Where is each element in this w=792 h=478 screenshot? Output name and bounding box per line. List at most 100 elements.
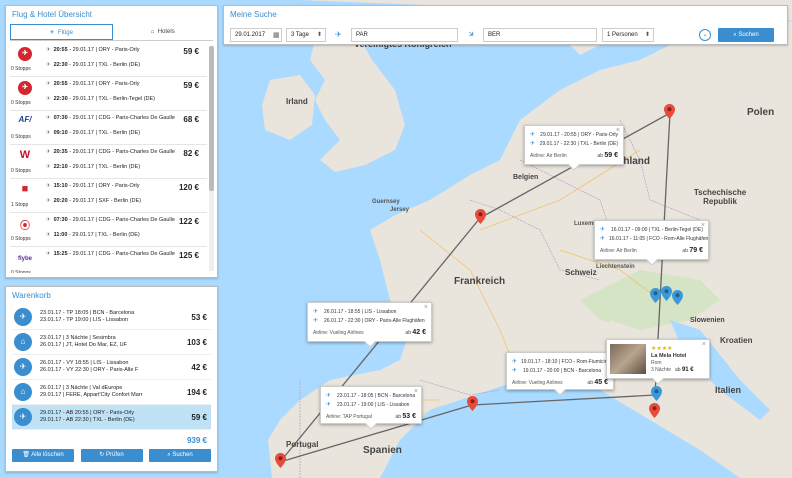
popup-berlin[interactable]: × ✈ 29.01.17 - 20:55 | ORY - Paris-Orly ✈… <box>524 125 624 171</box>
map-pin-icon <box>650 288 661 303</box>
calendar-icon[interactable]: ▦ <box>273 31 280 39</box>
popup-hotel[interactable]: × ★★★★ La Mela Hotel Rom 3 Nächte ab 91 … <box>606 339 710 385</box>
label-czech: Tschechische Republik <box>693 188 747 206</box>
cart-item-price: 53 € <box>191 312 207 322</box>
search-button-label: Suchen <box>738 32 759 38</box>
segment-route: - 29.01.17 | TXL - Berlin (DE) <box>67 232 140 238</box>
map-pin-icon <box>467 396 478 411</box>
popup-price: 45 € <box>594 379 608 386</box>
star-rating-icon: ★★★★ <box>651 346 673 352</box>
flight-row[interactable]: ✈ 0 Stopps ✈ 20:55 - 29.01.17 | ORY - Paris… <box>10 77 207 111</box>
search-button[interactable]: ⌕ Suchen <box>718 28 774 42</box>
check-button[interactable]: ↻ Prüfen <box>80 449 143 462</box>
popup-barcelona[interactable]: × ✈19.01.17 - 18:10 | FCO - Rom-Fiumicin… <box>506 352 614 396</box>
price-prefix: ab <box>587 380 593 386</box>
pin-hotel-2[interactable] <box>661 286 672 301</box>
close-icon[interactable]: × <box>702 341 706 348</box>
flight-row[interactable]: flybe 0 Stopps ✈ 15:25 - 29.01.17 | CDG - P… <box>10 247 207 273</box>
close-icon[interactable]: × <box>424 304 428 311</box>
segment-time: 22:10 <box>53 164 68 170</box>
segment-route: - 29.01.17 | CDG - Paris-Charles De Gaul… <box>67 149 175 155</box>
destination-value: BER <box>488 32 501 38</box>
cart-item-price: 59 € <box>191 412 207 422</box>
stops-count: 0 Stopps <box>11 270 31 273</box>
segment-route: - 29.01.17 | TXL - Berlin (DE) <box>67 130 141 136</box>
airplane-icon: ✈ <box>46 130 51 136</box>
price-prefix: ab <box>675 367 681 373</box>
popup-outbound: 26.01.17 - 18:55 | LIS - Lissabon <box>324 308 397 315</box>
close-icon[interactable]: × <box>701 222 705 229</box>
stops-count: 0 Stopps <box>11 100 31 106</box>
popup-price: 79 € <box>689 247 703 254</box>
cart-item-text: 26.01.17 - VY 18:55 | LIS - Lissabon 26.0… <box>40 360 177 374</box>
cart-item[interactable]: ⌂ 26.01.17 | 3 Nächte | Val dEurope 29.01.… <box>12 380 211 405</box>
segment-time: 07:30 <box>53 115 68 121</box>
pin-berlin[interactable] <box>664 104 675 119</box>
segment-route: - 29.01.17 | ORY - Paris-Orly <box>67 47 140 53</box>
cart-item-line1: 23.01.17 | 3 Nächte | Sesimbra <box>40 335 116 341</box>
pin-lisbon[interactable] <box>275 453 286 468</box>
clear-all-label: Alle löschen <box>31 452 64 458</box>
flight-price: 125 € <box>178 251 199 260</box>
cart-item[interactable]: ✈ 26.01.17 - VY 18:55 | LIS - Lissabon 26.… <box>12 355 211 380</box>
airplane-icon: ✈ <box>326 393 332 399</box>
persons-select[interactable]: 1 Personen ⬍ <box>602 28 654 42</box>
outbound-segment: ✈ 15:10 - 29.01.17 | ORY - Paris-Orly <box>46 183 186 190</box>
close-icon[interactable]: × <box>414 388 418 395</box>
close-icon[interactable]: × <box>616 127 620 134</box>
tab-hotels[interactable]: ⌂ Hotels <box>113 24 214 40</box>
popup-price: 53 € <box>402 413 416 420</box>
cart-item[interactable]: ✈ 29.01.17 - AB 20:55 | ORY - Paris-Orly 2… <box>12 405 211 430</box>
destination-input[interactable]: BER <box>483 28 597 42</box>
airplane-icon: ✈ <box>326 402 332 408</box>
pin-barcelona[interactable] <box>467 396 478 411</box>
cart-list: ✈ 23.01.17 - TP 18:05 | BCN - Barcelona 23… <box>12 305 211 430</box>
pin-hotel-rome[interactable] <box>651 386 662 401</box>
flight-row[interactable]: ✈ 0 Stopps ✈ 20:55 - 29.01.17 | ORY - Paris… <box>10 43 207 77</box>
airplane-icon: ✈ <box>46 47 51 53</box>
segment-time: 11:00 <box>53 232 68 238</box>
label-belgium: Belgien <box>513 174 539 181</box>
cart-item[interactable]: ✈ 23.01.17 - TP 18:05 | BCN - Barcelona 23… <box>12 305 211 330</box>
label-croatia: Kroatien <box>720 336 753 345</box>
flight-row[interactable]: W0 Stopps ✈ 20:35 - 29.01.17 | CDG - Paris… <box>10 145 207 179</box>
tab-flights[interactable]: ✈ Flüge <box>10 24 113 40</box>
cart-item-price: 42 € <box>191 362 207 372</box>
segment-time: 09:10 <box>53 130 68 136</box>
origin-input[interactable]: PAR <box>351 28 458 42</box>
pin-rome[interactable] <box>649 403 660 418</box>
popup-outbound: 16.01.17 - 09:00 | TXL - Berlin-Tegel (D… <box>611 226 703 233</box>
airplane-icon: ✈ <box>46 164 51 170</box>
flight-row[interactable]: ■ 1 Stopp ✈ 15:10 - 29.01.17 | ORY - Paris-… <box>10 179 207 213</box>
tab-label: Flüge <box>57 30 73 36</box>
airplane-icon: ✈ <box>46 81 51 87</box>
scrollbar-thumb[interactable] <box>209 46 214 191</box>
airplane-icon: ✈ <box>14 308 32 326</box>
persons-value: 1 Personen <box>607 32 638 38</box>
popup-rome-flight[interactable]: × ✈ 16.01.17 - 09:00 | TXL - Berlin-Tegel… <box>594 220 709 266</box>
price-prefix: ab <box>597 153 603 159</box>
flight-row[interactable]: AF/0 Stopps ✈ 07:30 - 29.01.17 | CDG - Par… <box>10 111 207 145</box>
flight-row[interactable]: ⦿ 0 Stopps ✈ 07:30 - 29.01.17 | CDG - Paris… <box>10 213 207 247</box>
clear-all-button[interactable]: 🗑 Alle löschen <box>12 449 74 462</box>
chevron-down-icon: ⬍ <box>316 32 322 38</box>
duration-select[interactable]: 3 Tage ⬍ <box>286 28 326 42</box>
pin-paris[interactable] <box>475 209 486 224</box>
more-options-icon[interactable]: ⌄ <box>699 29 711 41</box>
cart-search-button[interactable]: ⌕ Suchen <box>149 449 211 462</box>
return-segment: ✈ 11:00 - 29.01.17 | TXL - Berlin (DE) <box>46 232 186 239</box>
check-label: Prüfen <box>106 452 124 458</box>
popup-lisbon[interactable]: × ✈ 23.01.17 - 18:05 | BCN - Barcelona ✈ 2… <box>320 386 422 430</box>
pin-hotel-3[interactable] <box>672 290 683 305</box>
search-icon: ⌕ <box>733 32 737 38</box>
popup-paris[interactable]: × ✈ 26.01.17 - 18:55 | LIS - Lissabon ✈ 26… <box>307 302 432 348</box>
pin-hotel-1[interactable] <box>650 288 661 303</box>
airplane-icon: ✈ <box>46 251 51 257</box>
flight-list: ✈ 0 Stopps ✈ 20:55 - 29.01.17 | ORY - Paris… <box>10 43 207 273</box>
scrollbar[interactable] <box>209 46 214 271</box>
airline-logo-icon: ✈ <box>18 47 32 61</box>
segment-time: 07:30 <box>53 217 68 223</box>
airplane-icon: ✈ <box>46 183 51 189</box>
cart-item[interactable]: ⌂ 23.01.17 | 3 Nächte | Sesimbra 26.01.17 … <box>12 330 211 355</box>
airplane-icon: ✈ <box>313 309 319 315</box>
